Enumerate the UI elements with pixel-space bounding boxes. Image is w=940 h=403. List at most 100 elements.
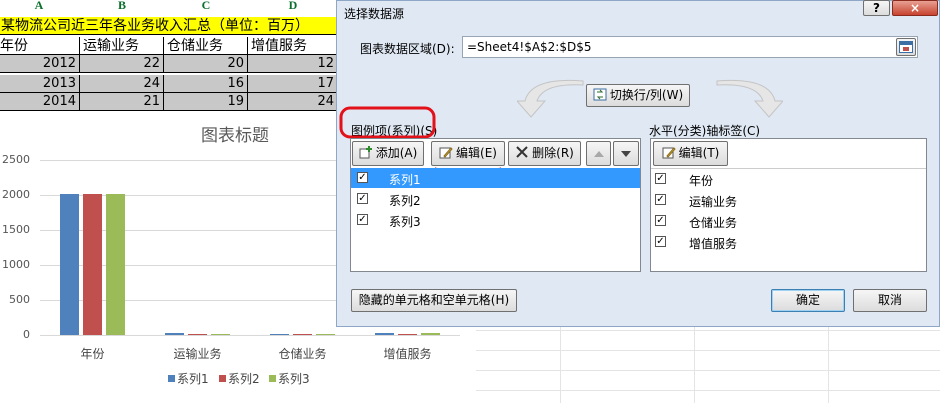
axis-checkbox[interactable]: ✓ xyxy=(655,194,666,205)
axis-item[interactable]: ✓ 年份 xyxy=(651,169,926,189)
column-header-a[interactable]: A xyxy=(0,0,78,11)
title-cell[interactable]: 某物流公司近三年各业务收入汇总（单位：百万） xyxy=(0,17,338,35)
data-cell[interactable]: 19 xyxy=(164,93,248,111)
series-item[interactable]: ✓ 系列3 xyxy=(351,210,640,230)
header-cell-year[interactable]: 年份 xyxy=(0,37,80,55)
y-tick-label: 2000 xyxy=(2,188,30,201)
y-tick-label: 500 xyxy=(9,293,30,306)
add-icon xyxy=(359,144,373,159)
bar-3[interactable] xyxy=(316,333,335,335)
legend-swatch-2 xyxy=(219,375,226,382)
bar-1[interactable] xyxy=(375,333,394,335)
hidden-empty-cells-button[interactable]: 隐藏的单元格和空单元格(H) xyxy=(351,289,517,312)
switch-row-column-button[interactable]: 切换行/列(W) xyxy=(586,84,690,107)
delete-series-button[interactable]: 删除(R) xyxy=(508,141,581,166)
close-button[interactable]: × xyxy=(892,0,938,16)
add-series-label: 添加(A) xyxy=(375,146,418,160)
column-header-c[interactable]: C xyxy=(164,0,248,11)
bar-2[interactable] xyxy=(83,194,102,335)
select-data-source-dialog[interactable]: 选择数据源 ? × 图表数据区域(D): =Sheet4!$A$2:$D$5 切… xyxy=(336,0,940,327)
x-category-label: 年份 xyxy=(80,347,105,361)
bar-2[interactable] xyxy=(293,333,312,335)
data-cell[interactable]: 12 xyxy=(248,55,338,73)
sheet-gridline xyxy=(476,350,940,351)
chart-gridline xyxy=(40,335,460,336)
help-button[interactable]: ? xyxy=(863,0,890,16)
sheet-gridline xyxy=(476,370,940,371)
sheet-gridline xyxy=(694,327,695,403)
y-tick-label: 1000 xyxy=(2,258,30,271)
bar-3[interactable] xyxy=(211,334,230,336)
data-cell[interactable]: 2014 xyxy=(0,93,80,111)
header-cell-storage[interactable]: 仓储业务 xyxy=(164,37,248,55)
data-cell[interactable]: 17 xyxy=(248,75,338,93)
chart-legend[interactable]: 系列1 系列2 系列3 xyxy=(168,370,328,386)
bar-2[interactable] xyxy=(398,333,417,335)
data-cell[interactable]: 22 xyxy=(80,55,164,73)
arrow-right-icon xyxy=(716,79,783,118)
range-input[interactable]: =Sheet4!$A$2:$D$5 xyxy=(462,36,918,58)
legend-label-1: 系列1 xyxy=(177,372,209,386)
header-cell-value-added[interactable]: 增值服务 xyxy=(248,37,338,55)
bar-1[interactable] xyxy=(60,194,79,335)
data-cell[interactable]: 24 xyxy=(248,93,338,111)
series-checkbox[interactable]: ✓ xyxy=(357,214,368,225)
delete-icon xyxy=(515,144,529,158)
axis-label: 仓储业务 xyxy=(689,216,738,230)
column-header-d[interactable]: D xyxy=(248,0,338,11)
bar-1[interactable] xyxy=(165,333,184,335)
range-collapse-button[interactable] xyxy=(896,38,916,56)
legend-label-3: 系列3 xyxy=(278,372,310,386)
x-category-label: 运输业务 xyxy=(173,347,222,361)
switch-row-column-label: 切换行/列(W) xyxy=(609,88,684,102)
axis-item[interactable]: ✓ 仓储业务 xyxy=(651,211,926,231)
arrow-down-icon xyxy=(621,151,631,157)
axis-label: 年份 xyxy=(689,174,714,188)
series-checkbox[interactable]: ✓ xyxy=(357,172,368,183)
edit-series-label: 编辑(E) xyxy=(456,146,497,160)
red-highlight-circle xyxy=(339,106,436,139)
edit-axis-button[interactable]: 编辑(T) xyxy=(653,141,728,166)
legend-label-2: 系列2 xyxy=(228,372,260,386)
axis-label: 运输业务 xyxy=(689,195,738,209)
y-tick-label: 1500 xyxy=(2,223,30,236)
sheet-gridline xyxy=(476,390,940,391)
axis-item[interactable]: ✓ 增值服务 xyxy=(651,232,926,252)
series-label: 系列3 xyxy=(389,215,421,229)
series-item-selected[interactable]: ✓ 系列1 xyxy=(351,168,640,188)
bar-3[interactable] xyxy=(421,333,440,335)
cancel-button[interactable]: 取消 xyxy=(853,289,927,312)
series-checkbox[interactable]: ✓ xyxy=(357,193,368,204)
series-item[interactable]: ✓ 系列2 xyxy=(351,189,640,209)
series-label: 系列1 xyxy=(389,173,421,187)
ok-button[interactable]: 确定 xyxy=(771,289,845,312)
axis-item[interactable]: ✓ 运输业务 xyxy=(651,190,926,210)
y-tick-label: 0 xyxy=(23,328,30,341)
axis-checkbox[interactable]: ✓ xyxy=(655,236,666,247)
data-cell[interactable]: 24 xyxy=(80,75,164,93)
data-cell[interactable]: 2012 xyxy=(0,55,80,73)
legend-swatch-1 xyxy=(168,375,175,382)
x-category-label: 仓储业务 xyxy=(278,347,327,361)
sheet-gridline xyxy=(560,327,561,403)
edit-series-button[interactable]: 编辑(E) xyxy=(431,141,505,166)
bar-2[interactable] xyxy=(188,333,207,335)
add-series-button[interactable]: 添加(A) xyxy=(352,141,424,166)
axis-labels-label: 水平(分类)轴标签(C) xyxy=(649,124,761,138)
column-header-b[interactable]: B xyxy=(80,0,164,11)
data-cell[interactable]: 21 xyxy=(80,93,164,111)
axis-checkbox[interactable]: ✓ xyxy=(655,173,666,184)
bar-1[interactable] xyxy=(270,333,289,335)
move-up-button[interactable] xyxy=(586,141,611,166)
bar-3[interactable] xyxy=(106,194,125,335)
delete-series-label: 删除(R) xyxy=(532,146,574,160)
data-cell[interactable]: 16 xyxy=(164,75,248,93)
data-cell[interactable]: 2013 xyxy=(0,75,80,93)
header-cell-transport[interactable]: 运输业务 xyxy=(80,37,164,55)
move-down-button[interactable] xyxy=(613,141,639,166)
axis-checkbox[interactable]: ✓ xyxy=(655,215,666,226)
edit-icon xyxy=(439,144,453,159)
edit-axis-label: 编辑(T) xyxy=(678,146,720,160)
series-label: 系列2 xyxy=(389,194,421,208)
data-cell[interactable]: 20 xyxy=(164,55,248,73)
